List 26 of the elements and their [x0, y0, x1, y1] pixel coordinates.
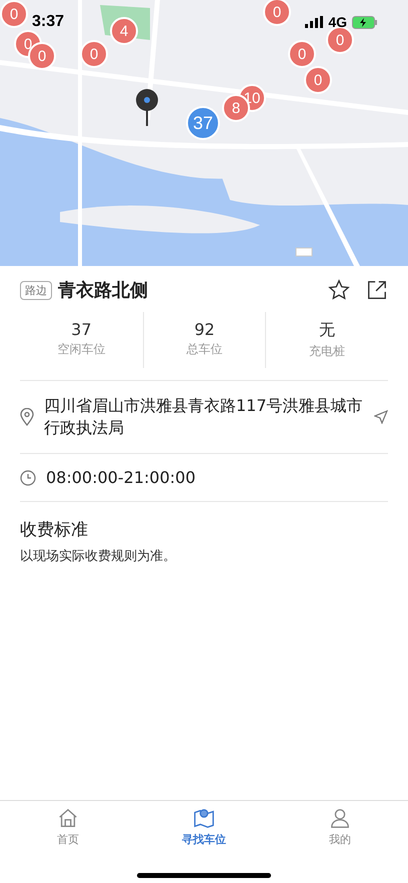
nav-tab[interactable]: 我的 [272, 807, 408, 847]
stat-value: 37 [71, 320, 92, 339]
person-icon [329, 807, 351, 829]
opening-hours: 08:00:00-21:00:00 [46, 468, 196, 487]
fee-text: 以现场实际收费规则为准。 [20, 548, 177, 565]
signal-icon [305, 16, 324, 28]
nav-tab[interactable]: 首页 [0, 807, 136, 847]
stat-label: 充电桩 [309, 343, 346, 360]
stat-label: 总车位 [186, 341, 222, 358]
navigate-icon[interactable] [374, 410, 388, 424]
star-icon[interactable] [328, 279, 350, 301]
status-time: 3:37 [32, 13, 64, 31]
map-pin-icon [192, 807, 216, 829]
fee-title: 收费标准 [20, 519, 89, 541]
stat-value: 92 [194, 320, 215, 339]
address-text: 四川省眉山市洪雅县青衣路117号洪雅县城市行政执法局 [44, 395, 364, 439]
share-icon[interactable] [366, 279, 388, 301]
location-pin-icon [20, 408, 34, 426]
type-tag: 路边 [20, 280, 52, 300]
clock-icon [20, 470, 36, 486]
nav-tab[interactable]: 寻找车位 [136, 807, 272, 847]
parking-name: 青衣路北侧 [58, 279, 149, 302]
stat-value: 无 [319, 320, 336, 341]
home-icon [57, 807, 79, 829]
stat-label: 空闲车位 [57, 341, 106, 358]
battery-icon [352, 16, 378, 28]
